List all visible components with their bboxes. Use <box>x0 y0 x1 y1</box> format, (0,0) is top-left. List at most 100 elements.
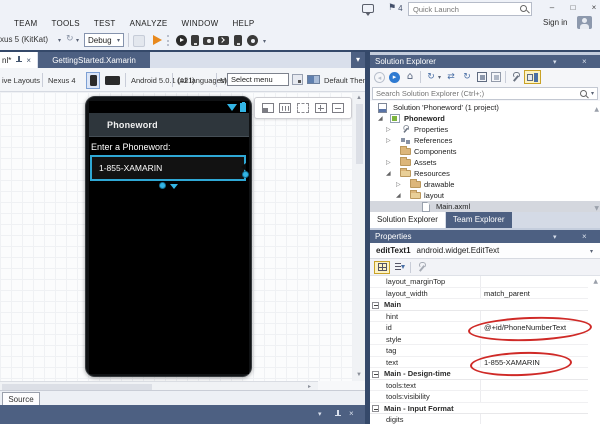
scrollbar-thumb[interactable] <box>2 384 152 390</box>
expander-collapsed-icon[interactable]: ▷ <box>386 135 391 146</box>
screenshot-icon[interactable] <box>203 37 214 45</box>
panel-menu-chevron-icon[interactable]: ▾ <box>553 58 557 66</box>
notifications-flag[interactable]: ⚑ 4 <box>388 3 403 13</box>
tab-team-explorer[interactable]: Team Explorer <box>446 212 512 228</box>
expander-collapsed-icon[interactable]: ▷ <box>386 157 391 168</box>
close-icon[interactable]: × <box>349 409 354 418</box>
menu-team[interactable]: TEAM <box>14 19 37 28</box>
object-selector[interactable]: editText1 android.widget.EditText ▾ <box>370 243 600 259</box>
expander-expanded-icon[interactable]: ◢ <box>378 113 383 124</box>
properties-header[interactable]: Properties ▾ × <box>370 230 600 243</box>
collapse-icon[interactable] <box>372 371 379 378</box>
zoom-out-icon[interactable] <box>332 103 344 113</box>
menu-tools[interactable]: TOOLS <box>51 19 79 28</box>
landscape-button[interactable] <box>105 76 120 85</box>
actual-size-icon[interactable] <box>279 103 291 113</box>
tab-main-axml[interactable]: nl* × <box>0 52 37 68</box>
solution-search-input[interactable] <box>373 89 579 98</box>
menu-window[interactable]: WINDOW <box>182 19 219 28</box>
edittext-widget[interactable]: 1-855-XAMARIN <box>90 155 246 181</box>
tree-item-main-axml[interactable]: Main.axml ▼ <box>370 201 600 212</box>
solution-search-box[interactable]: ▾ <box>372 87 598 100</box>
properties-wrench-icon[interactable] <box>510 72 520 83</box>
config-selector[interactable]: Debug ▾ <box>84 33 124 47</box>
menu-analyze[interactable]: ANALYZE <box>130 19 168 28</box>
maximize-button[interactable]: □ <box>565 2 581 15</box>
bottom-panel-titlebar[interactable]: ▾ × <box>0 405 365 424</box>
collapse-icon[interactable] <box>372 302 379 309</box>
selection-handle-icon[interactable] <box>242 171 249 178</box>
device-selector-chevron-icon[interactable]: ▾ <box>58 37 61 44</box>
horizontal-scrollbar[interactable]: ▸ <box>0 381 318 390</box>
object-selector-chevron-icon[interactable]: ▾ <box>590 248 593 255</box>
tab-close-icon[interactable]: × <box>26 56 31 65</box>
menu-help[interactable]: HELP <box>232 19 254 28</box>
panel-menu-chevron-icon[interactable]: ▾ <box>553 233 557 241</box>
expander-collapsed-icon[interactable]: ▷ <box>396 179 401 190</box>
tab-gettingstarted[interactable]: GettingStarted.Xamarin <box>38 52 150 68</box>
scroll-up-icon[interactable]: ▲ <box>593 278 598 285</box>
vertical-scrollbar[interactable]: ▲ ▼ <box>353 92 365 381</box>
scroll-up-icon[interactable]: ▲ <box>356 95 362 101</box>
close-icon[interactable]: × <box>582 232 587 241</box>
device-log-icon[interactable] <box>191 35 199 46</box>
feedback-icon[interactable] <box>362 4 374 13</box>
toolbar-overflow-chevron-icon[interactable]: ▾ <box>263 38 266 45</box>
scroll-right-icon[interactable]: ▸ <box>308 384 311 390</box>
refresh-icon[interactable]: ↻ <box>66 34 74 44</box>
category-row-input-format[interactable]: Main - Input Format <box>370 403 588 415</box>
property-row[interactable]: layout_marginTop <box>370 276 588 288</box>
collapse-icon[interactable] <box>372 405 379 412</box>
close-button[interactable]: × <box>586 2 600 15</box>
sync-chevron-icon[interactable]: ▾ <box>438 74 441 81</box>
close-icon[interactable]: × <box>582 57 587 66</box>
tree-item-resources[interactable]: ◢ Resources <box>370 168 600 179</box>
categorized-view-button[interactable] <box>374 261 390 274</box>
console-icon[interactable] <box>218 36 229 45</box>
device-dropdown[interactable]: Nexus 4 <box>48 76 76 85</box>
property-row[interactable]: digits <box>370 414 588 424</box>
property-row[interactable]: tools:text <box>370 380 588 392</box>
expander-expanded-icon[interactable]: ◢ <box>396 190 401 201</box>
menu-test[interactable]: TEST <box>94 19 116 28</box>
design-canvas[interactable]: Phoneword Enter a Phoneword: 1-855-XAMAR… <box>0 92 353 381</box>
sdk-manager-icon[interactable] <box>247 35 258 46</box>
home-icon[interactable]: ⌂ <box>404 71 416 83</box>
tree-item-drawable[interactable]: ▷ drawable <box>370 179 600 190</box>
show-all-files-icon[interactable] <box>491 72 501 82</box>
category-row-main[interactable]: Main <box>370 299 588 311</box>
menu-widget-button[interactable] <box>292 74 303 85</box>
sync-icon[interactable]: ↻ <box>425 71 437 83</box>
expander-collapsed-icon[interactable]: ▷ <box>386 124 391 135</box>
pin-icon[interactable] <box>333 409 342 419</box>
device-selector[interactable]: xus 5 (KitKat) <box>0 35 48 44</box>
attach-run-icon[interactable] <box>153 35 162 45</box>
tab-list-chevron-icon[interactable]: ▾ <box>351 52 365 68</box>
back-icon[interactable]: ◂ <box>374 72 385 83</box>
zoom-in-icon[interactable] <box>315 103 327 113</box>
quick-launch[interactable] <box>408 2 532 16</box>
property-value[interactable]: match_parent <box>484 288 530 300</box>
select-menu-dropdown[interactable]: Select menu <box>227 73 289 86</box>
selection-handle-icon[interactable] <box>159 182 166 189</box>
property-pages-wrench-icon[interactable] <box>416 262 426 273</box>
tree-item-layout[interactable]: ◢ layout <box>370 190 600 201</box>
run-play-icon[interactable] <box>176 35 187 46</box>
emulator-manager-icon[interactable] <box>234 35 242 46</box>
split-view-icon[interactable] <box>262 103 274 113</box>
tree-item-solution[interactable]: Solution 'Phoneword' (1 project) ▲ <box>370 102 600 113</box>
sign-in-link[interactable]: Sign in <box>543 18 567 27</box>
scroll-down-icon[interactable]: ▼ <box>356 372 362 378</box>
search-chevron-icon[interactable]: ▾ <box>591 90 594 97</box>
quick-launch-input[interactable] <box>409 5 519 14</box>
user-avatar-icon[interactable] <box>577 16 592 29</box>
refresh-chevron-icon[interactable]: ▾ <box>76 37 79 44</box>
portrait-button[interactable] <box>86 72 100 89</box>
tab-solution-explorer[interactable]: Solution Explorer <box>370 212 445 228</box>
expander-expanded-icon[interactable]: ◢ <box>386 168 391 179</box>
sort-alphabetical-icon[interactable] <box>395 262 405 272</box>
tree-item-components[interactable]: Components <box>370 146 600 157</box>
prompt-label[interactable]: Enter a Phoneword: <box>91 142 171 152</box>
minimize-button[interactable]: – <box>544 2 560 15</box>
tree-item-properties[interactable]: ▷ Properties <box>370 124 600 135</box>
